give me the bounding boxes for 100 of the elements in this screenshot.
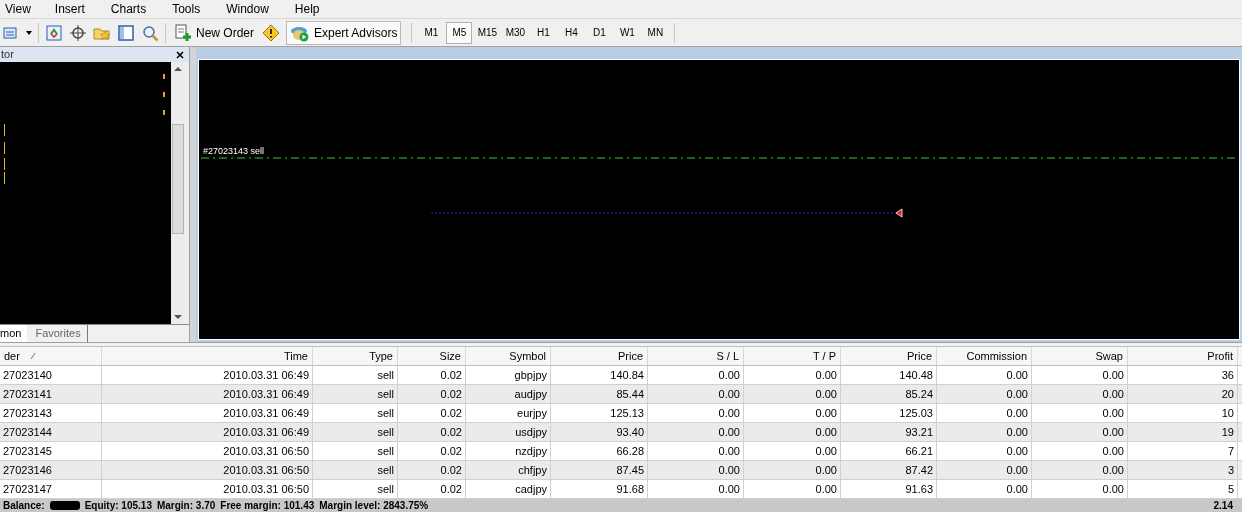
column-header[interactable]: Price bbox=[841, 347, 937, 365]
table-cell: sell bbox=[313, 461, 398, 479]
table-cell: 91.68 bbox=[551, 480, 648, 498]
table-cell: 0.00 bbox=[648, 404, 744, 422]
table-cell: gbpjpy bbox=[466, 366, 551, 384]
table-cell: 27023145 bbox=[0, 442, 102, 460]
table-cell: 2010.03.31 06:50 bbox=[102, 461, 313, 479]
table-cell: sell bbox=[313, 366, 398, 384]
table-cell: 0.00 bbox=[744, 442, 841, 460]
timeframe-button[interactable]: D1 bbox=[586, 21, 613, 44]
timeframe-button[interactable]: M15 bbox=[474, 21, 501, 44]
menu-item[interactable]: Tools bbox=[171, 0, 202, 18]
table-cell: 91.63 bbox=[841, 480, 937, 498]
table-cell: 0.00 bbox=[744, 461, 841, 479]
timeframe-button[interactable]: H4 bbox=[558, 21, 585, 44]
free-margin-text: Free margin: 101.43 bbox=[220, 499, 315, 512]
scrollbar[interactable] bbox=[171, 62, 185, 324]
table-cell: 27023141 bbox=[0, 385, 102, 403]
table-cell: 0.00 bbox=[937, 480, 1032, 498]
timeframe-button[interactable]: M1 bbox=[418, 21, 445, 44]
navigator-tab[interactable]: Favorites bbox=[29, 324, 88, 343]
new-order-button[interactable]: New Order bbox=[172, 21, 256, 44]
menu-item[interactable]: Insert bbox=[53, 0, 86, 18]
column-header[interactable]: Profit bbox=[1128, 347, 1238, 365]
table-cell: 125.13 bbox=[551, 404, 648, 422]
document-plus-icon bbox=[174, 23, 192, 42]
column-header[interactable]: Price bbox=[551, 347, 648, 365]
table-row[interactable]: 27023143 2010.03.31 06:49 sell 0.02 eurjpy 125.13 0.00 0.00 125.03 0.00 0.00 10 bbox=[0, 404, 1242, 423]
column-header[interactable]: T / P bbox=[744, 347, 841, 365]
scroll-thumb[interactable] bbox=[172, 124, 184, 234]
table-cell: 0.00 bbox=[1032, 423, 1128, 441]
magnifier-icon[interactable] bbox=[141, 23, 159, 42]
table-cell: 0.00 bbox=[744, 480, 841, 498]
table-cell: 7 bbox=[1128, 442, 1238, 460]
order-label: #27023143 sell bbox=[203, 145, 265, 158]
timeframe-button[interactable]: MN bbox=[642, 21, 669, 44]
market-watch-icon[interactable] bbox=[45, 23, 63, 42]
column-header[interactable]: Type bbox=[313, 347, 398, 365]
timeframe-button[interactable]: M30 bbox=[502, 21, 529, 44]
table-cell: 3 bbox=[1128, 461, 1238, 479]
crosshair-icon[interactable] bbox=[69, 23, 87, 42]
balance-label: Balance: bbox=[3, 499, 45, 512]
table-cell: 0.02 bbox=[398, 423, 466, 441]
total-profit: 2.14 bbox=[1213, 499, 1233, 512]
table-cell: 0.00 bbox=[1032, 404, 1128, 422]
warning-icon[interactable] bbox=[262, 23, 280, 42]
menu-item[interactable]: Charts bbox=[109, 0, 148, 18]
table-row[interactable]: 27023141 2010.03.31 06:49 sell 0.02 audjpy 85.44 0.00 0.00 85.24 0.00 0.00 20 bbox=[0, 385, 1242, 404]
menu-item[interactable]: Window bbox=[225, 0, 270, 18]
panel-title: tor bbox=[1, 47, 14, 63]
table-cell: 0.02 bbox=[398, 461, 466, 479]
table-row[interactable]: 27023146 2010.03.31 06:50 sell 0.02 chfjpy 87.45 0.00 0.00 87.42 0.00 0.00 3 bbox=[0, 461, 1242, 480]
table-cell: 0.00 bbox=[937, 385, 1032, 403]
column-header[interactable]: Time bbox=[102, 347, 313, 365]
window-icon[interactable] bbox=[117, 23, 135, 42]
table-cell: 0.00 bbox=[648, 366, 744, 384]
table-cell: 66.21 bbox=[841, 442, 937, 460]
column-header[interactable]: Commission bbox=[937, 347, 1032, 365]
column-header[interactable]: Swap bbox=[1032, 347, 1128, 365]
equity-text: Equity: 105.13 bbox=[84, 499, 152, 512]
table-cell: 125.03 bbox=[841, 404, 937, 422]
menu-item[interactable]: Help bbox=[293, 0, 321, 18]
table-cell: 0.02 bbox=[398, 366, 466, 384]
table-cell: 10 bbox=[1128, 404, 1238, 422]
table-cell: 0.00 bbox=[937, 404, 1032, 422]
caret-icon[interactable] bbox=[26, 30, 32, 35]
table-row[interactable]: 27023147 2010.03.31 06:50 sell 0.02 cadjpy 91.68 0.00 0.00 91.63 0.00 0.00 5 bbox=[0, 480, 1242, 499]
table-row[interactable]: 27023144 2010.03.31 06:49 sell 0.02 usdjpy 93.40 0.00 0.00 93.21 0.00 0.00 19 bbox=[0, 423, 1242, 442]
column-header[interactable]: S / L bbox=[648, 347, 744, 365]
timeframe-button[interactable]: H1 bbox=[530, 21, 557, 44]
table-cell: 93.40 bbox=[551, 423, 648, 441]
table-cell: 0.02 bbox=[398, 404, 466, 422]
table-row[interactable]: 27023140 2010.03.31 06:49 sell 0.02 gbpjpy 140.84 0.00 0.00 140.48 0.00 0.00 36 bbox=[0, 366, 1242, 385]
table-cell: 0.00 bbox=[1032, 366, 1128, 384]
close-icon[interactable] bbox=[176, 50, 184, 59]
table-cell: 0.00 bbox=[744, 366, 841, 384]
table-cell: 2010.03.31 06:49 bbox=[102, 385, 313, 403]
column-header[interactable]: der bbox=[0, 347, 102, 365]
table-cell: 0.00 bbox=[937, 366, 1032, 384]
margin-text: Margin: 3.70 bbox=[156, 499, 216, 512]
column-header[interactable]: Size bbox=[398, 347, 466, 365]
menu-item[interactable]: View bbox=[4, 0, 32, 18]
table-cell: eurjpy bbox=[466, 404, 551, 422]
table-cell: 2010.03.31 06:50 bbox=[102, 480, 313, 498]
expert-advisors-button[interactable]: Expert Advisors bbox=[286, 20, 402, 45]
table-cell: 93.21 bbox=[841, 423, 937, 441]
table-cell: 2010.03.31 06:50 bbox=[102, 442, 313, 460]
table-cell: 27023140 bbox=[0, 366, 102, 384]
timeframe-button[interactable]: W1 bbox=[614, 21, 641, 44]
navigator-tab[interactable]: mon bbox=[0, 324, 28, 343]
table-cell: 0.00 bbox=[1032, 442, 1128, 460]
column-header[interactable]: Symbol bbox=[466, 347, 551, 365]
table-row[interactable]: 27023145 2010.03.31 06:50 sell 0.02 nzdjpy 66.28 0.00 0.00 66.21 0.00 0.00 7 bbox=[0, 442, 1242, 461]
table-cell: 0.00 bbox=[937, 423, 1032, 441]
table-cell: 0.00 bbox=[648, 385, 744, 403]
table-cell: 0.00 bbox=[937, 442, 1032, 460]
timeframe-button[interactable]: M5 bbox=[446, 21, 473, 44]
table-cell: 5 bbox=[1128, 480, 1238, 498]
table-cell: 0.00 bbox=[744, 385, 841, 403]
margin-level-text: Margin level: 2843.75% bbox=[319, 499, 429, 512]
